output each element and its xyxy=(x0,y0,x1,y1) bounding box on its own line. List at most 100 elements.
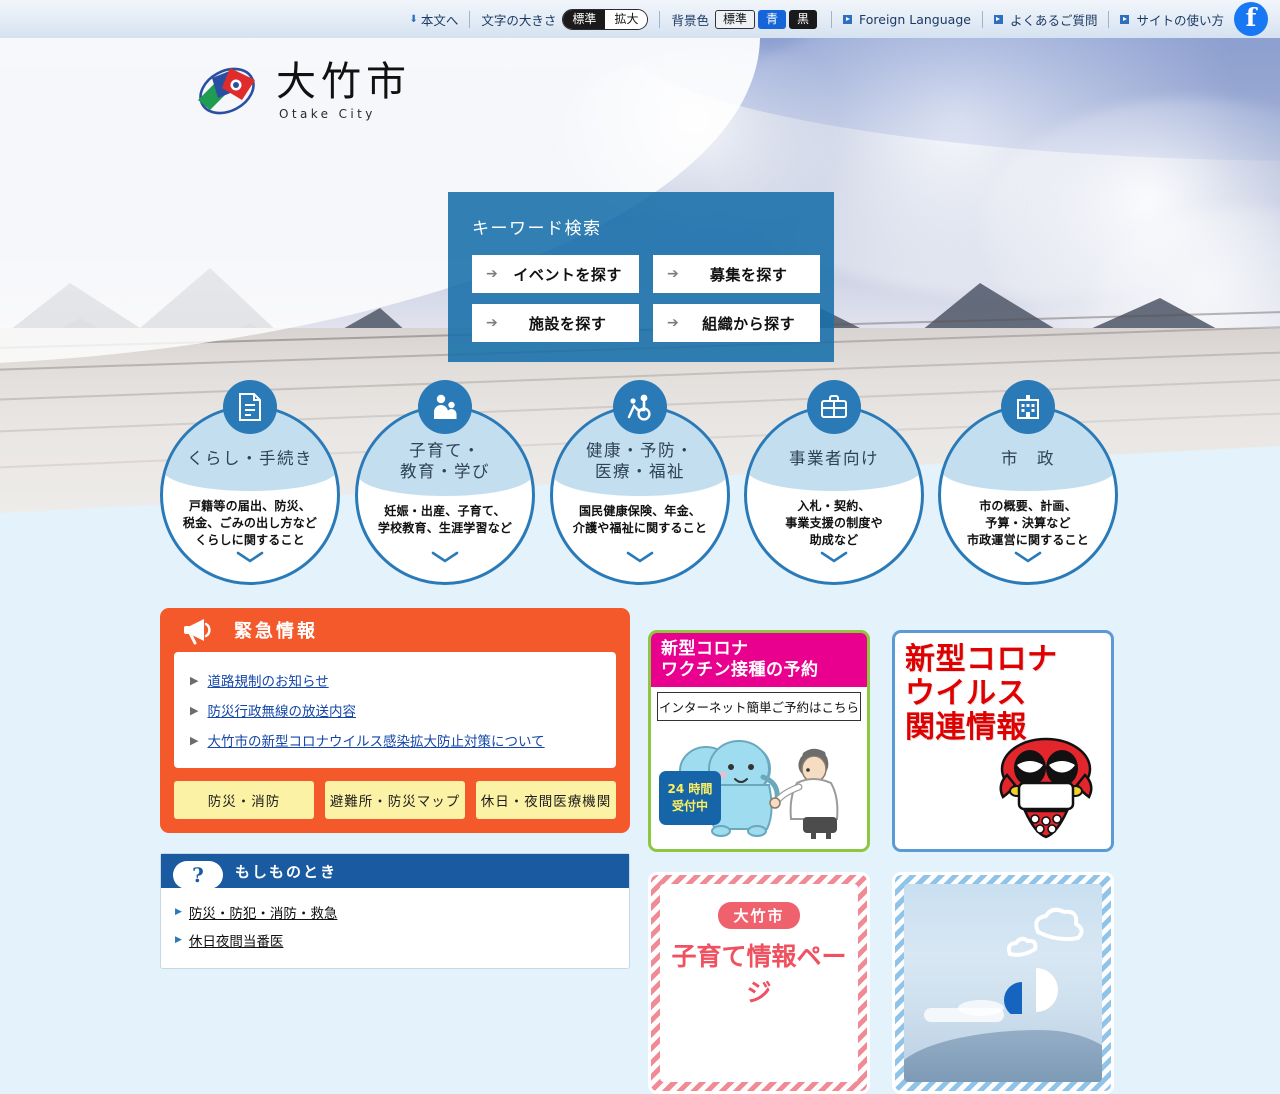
bg-black-button[interactable]: 黒 xyxy=(789,9,818,29)
banner-grid: 新型コロナ ワクチン接種の予約 インターネット簡単ご予約はこちら 24 時間 受… xyxy=(648,630,1120,1094)
emergency-link-road[interactable]: 道路規制のお知らせ xyxy=(207,670,328,690)
arrow-right-icon: ➔ xyxy=(486,315,499,331)
divider xyxy=(659,10,661,28)
emergency-header: 緊急情報 xyxy=(174,608,616,652)
search-recruitment-button[interactable]: ➔ 募集を探す xyxy=(653,255,820,293)
divider xyxy=(981,10,983,28)
moshimono-links-list: ▶ 防災・防犯・消防・救急 ▶ 休日夜間当番医 xyxy=(161,888,629,968)
moshimono-link-bosai[interactable]: 防災・防犯・消防・救急 xyxy=(189,902,338,922)
vaccine-banner-header: 新型コロナ ワクチン接種の予約 xyxy=(651,633,867,688)
category-kenko-desc: 国民健康保険、年金、 介護や福祉に関すること xyxy=(572,504,708,536)
triangle-right-icon: ▶ xyxy=(190,703,199,717)
childcare-banner-inner: 大竹市 子育て情報ページ xyxy=(660,884,858,1082)
foreign-language-link[interactable]: Foreign Language xyxy=(843,12,971,27)
city-hall-icon-glyph xyxy=(1017,395,1039,419)
background-color-label: 背景色 xyxy=(671,12,709,28)
corona-info-banner[interactable]: 新型コロナ ウイルス 関連情報 xyxy=(892,630,1114,852)
childcare-info-banner[interactable]: 大竹市 子育て情報ページ xyxy=(648,872,870,1094)
childcare-city-chip: 大竹市 xyxy=(718,902,800,929)
search-recruitment-label: 募集を探す xyxy=(709,265,788,284)
skip-to-content-link[interactable]: ⬇ 本文へ xyxy=(410,10,459,29)
text-size-standard-button[interactable]: 標準 xyxy=(563,9,606,29)
arrow-down-icon: ⬇ xyxy=(409,13,418,25)
site-usage-link[interactable]: サイトの使い方 xyxy=(1120,10,1224,29)
search-button-grid: ➔ イベントを探す ➔ 募集を探す ➔ 施設を探す ➔ 組織から探す xyxy=(472,255,820,342)
chevron-down-icon xyxy=(1013,549,1043,568)
vaccine-heading-line2: ワクチン接種の予約 xyxy=(661,659,819,680)
category-kosodate-title: 子育て・ 教育・学び xyxy=(400,441,490,481)
category-kenko-title: 健康・予防・ 医療・福祉 xyxy=(586,441,694,481)
emergency-link-radio[interactable]: 防災行政無線の放送内容 xyxy=(207,700,356,720)
list-item[interactable]: ▶ 大竹市の新型コロナウイルス感染拡大防止対策について xyxy=(190,725,606,755)
arrow-right-icon: ➔ xyxy=(667,266,680,282)
triangle-right-icon: ▶ xyxy=(190,673,199,687)
list-item[interactable]: ▶ 防災・防犯・消防・救急 xyxy=(175,898,615,926)
divider xyxy=(1108,10,1110,28)
logo-text: 大竹市 Otake City xyxy=(276,59,411,121)
background-color-control: 背景色 標準 青 黒 xyxy=(671,0,820,38)
question-mark-icon: ? xyxy=(173,861,223,889)
skip-to-content-label: 本文へ xyxy=(420,12,459,28)
logo-name-jp: 大竹市 xyxy=(276,59,411,106)
category-kurashi-title: くらし・手続き xyxy=(187,449,313,469)
moshimono-link-touban[interactable]: 休日夜間当番医 xyxy=(189,930,284,950)
hinanjo-map-button[interactable]: 避難所・防災マップ xyxy=(325,781,465,819)
bg-standard-button[interactable]: 標準 xyxy=(714,9,755,29)
vaccine-subtitle: インターネット簡単ご予約はこちら xyxy=(657,692,861,722)
vaccine-heading-line1: 新型コロナ xyxy=(661,639,749,659)
category-kosodate-desc: 妊娠・出産、子育て、 学校教育、生涯学習など xyxy=(377,504,513,536)
play-square-icon xyxy=(993,14,1003,24)
chevron-down-icon xyxy=(430,549,460,568)
wheelchair-care-icon xyxy=(613,380,667,434)
text-size-label: 文字の大きさ xyxy=(481,12,557,28)
document-icon-glyph xyxy=(239,393,261,421)
search-facilities-label: 施設を探す xyxy=(528,314,607,333)
vaccine-reservation-banner[interactable]: 新型コロナ ワクチン接種の予約 インターネット簡単ご予約はこちら 24 時間 受… xyxy=(648,630,870,852)
text-size-large-button[interactable]: 拡大 xyxy=(605,9,648,29)
arrow-right-icon: ➔ xyxy=(486,266,499,282)
document-icon xyxy=(223,380,277,434)
text-size-toggle: 標準 拡大 xyxy=(562,8,649,30)
facebook-icon[interactable]: f xyxy=(1234,2,1268,36)
play-square-icon xyxy=(843,14,853,24)
emergency-link-covid[interactable]: 大竹市の新型コロナウイルス感染拡大防止対策について xyxy=(207,730,544,750)
bosai-shobo-button[interactable]: 防災・消防 xyxy=(174,781,314,819)
list-item[interactable]: ▶ 道路規制のお知らせ xyxy=(190,665,606,695)
faq-link[interactable]: よくあるご質問 xyxy=(993,10,1097,29)
foreign-language-label: Foreign Language xyxy=(859,11,971,27)
play-square-icon xyxy=(1120,14,1130,24)
divider xyxy=(831,10,833,28)
bg-blue-button[interactable]: 青 xyxy=(757,9,786,29)
cloud-decor-icon xyxy=(1004,907,1084,1014)
category-jigyosha-title: 事業者向け xyxy=(789,449,879,469)
emergency-buttons: 防災・消防 避難所・防災マップ 休日・夜間医療機関 xyxy=(174,781,616,819)
kyujitsu-medical-button[interactable]: 休日・夜間医療機関 xyxy=(476,781,616,819)
badge-line1: 24 時間 xyxy=(667,782,713,797)
triangle-right-icon: ▶ xyxy=(175,935,182,945)
briefcase-icon xyxy=(807,380,861,434)
search-events-button[interactable]: ➔ イベントを探す xyxy=(472,255,639,293)
site-usage-label: サイトの使い方 xyxy=(1136,12,1224,28)
chevron-down-icon xyxy=(819,549,849,568)
city-hall-icon xyxy=(1001,380,1055,434)
search-events-label: イベントを探す xyxy=(513,265,622,284)
list-item[interactable]: ▶ 防災行政無線の放送内容 xyxy=(190,695,606,725)
childcare-banner-title: 子育て情報ページ xyxy=(671,942,847,1007)
search-facilities-button[interactable]: ➔ 施設を探す xyxy=(472,304,639,342)
parent-child-icon-glyph xyxy=(434,394,457,419)
category-shisei-title: 市 政 xyxy=(1001,449,1055,469)
list-item[interactable]: ▶ 休日夜間当番医 xyxy=(175,926,615,954)
sky-landscape-banner[interactable] xyxy=(892,872,1114,1094)
corona-line2: ウイルス xyxy=(905,675,1027,711)
site-logo[interactable]: 大竹市 Otake City xyxy=(192,60,411,122)
emergency-links-list: ▶ 道路規制のお知らせ ▶ 防災行政無線の放送内容 ▶ 大竹市の新型コロナウイル… xyxy=(174,652,616,768)
otake-city-emblem-icon xyxy=(198,67,255,115)
emergency-info-panel: 緊急情報 ▶ 道路規制のお知らせ ▶ 防災行政無線の放送内容 ▶ 大竹市の新型コ… xyxy=(160,608,630,833)
search-panel-title: キーワード検索 xyxy=(472,219,602,239)
logo-name-en: Otake City xyxy=(279,106,376,121)
corona-line1: 新型コロナ xyxy=(905,642,1058,677)
triangle-right-icon: ▶ xyxy=(190,733,199,747)
arrow-right-icon: ➔ xyxy=(667,315,680,331)
search-organization-button[interactable]: ➔ 組織から探す xyxy=(653,304,820,342)
moshimono-toki-panel: ? もしものとき ▶ 防災・防犯・消防・救急 ▶ 休日夜間当番医 xyxy=(160,853,630,969)
